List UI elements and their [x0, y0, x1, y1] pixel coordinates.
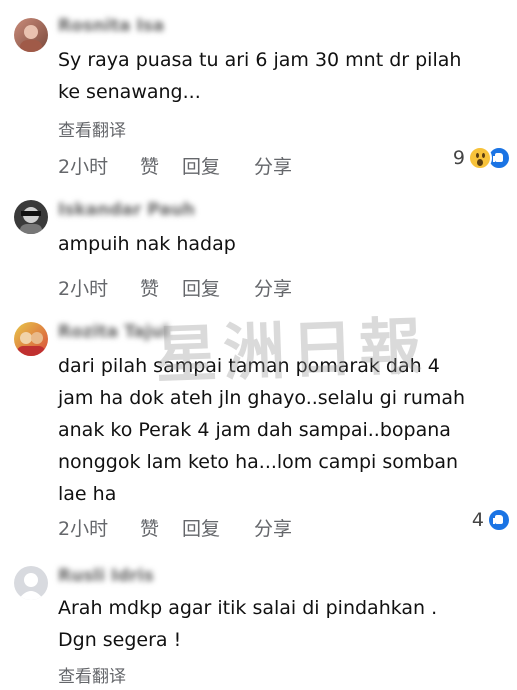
timestamp[interactable]: 2小时 — [58, 274, 140, 301]
avatar-photo — [20, 207, 42, 234]
comment-text-line: dari pilah sampai taman pomarak dah 4 — [58, 355, 440, 377]
like-button[interactable]: 赞 — [140, 274, 182, 301]
comment-actions: 2小时 赞 回复 分享 — [58, 514, 292, 541]
avatar-photo — [20, 25, 42, 52]
comment-text-line: lae ha — [58, 483, 117, 505]
wow-icon — [468, 146, 492, 170]
comment-text-line: Sy raya puasa tu ari 6 jam 30 mnt dr pil… — [58, 49, 462, 71]
comment-text: Arah mdkp agar itik salai di pindahkan .… — [58, 592, 498, 656]
avatar-photo — [17, 332, 45, 356]
comment-actions: 2小时 赞 回复 分享 — [58, 274, 292, 301]
comment-text-line: nonggok lam keto ha...lom campi somban — [58, 451, 459, 473]
comment-text-line: Arah mdkp agar itik salai di pindahkan . — [58, 597, 438, 619]
commenter-name[interactable]: Rosnita Isa — [58, 16, 164, 36]
avatar[interactable] — [14, 322, 48, 356]
timestamp[interactable]: 2小时 — [58, 514, 140, 541]
comment-text-line: ke senawang... — [58, 81, 201, 103]
like-button[interactable]: 赞 — [140, 152, 182, 179]
comment-text: dari pilah sampai taman pomarak dah 4 ja… — [58, 350, 498, 510]
avatar[interactable] — [14, 566, 48, 600]
comment-text-line: anak ko Perak 4 jam dah sampai..bopana — [58, 419, 451, 441]
share-button[interactable]: 分享 — [254, 274, 292, 301]
see-translation-link[interactable]: 查看翻译 — [58, 662, 126, 687]
share-button[interactable]: 分享 — [254, 152, 292, 179]
reply-button[interactable]: 回复 — [182, 152, 254, 179]
comment-text-line: jam ha dok ateh jln ghayo..selalu gi rum… — [58, 387, 466, 409]
avatar[interactable] — [14, 200, 48, 234]
reaction-count: 9 — [452, 147, 465, 169]
reply-button[interactable]: 回复 — [182, 274, 254, 301]
reaction-summary[interactable]: 4 — [472, 508, 511, 532]
comment-text-line: ampuih nak hadap — [58, 233, 236, 255]
avatar[interactable] — [14, 18, 48, 52]
comment-actions: 2小时 赞 回复 分享 — [58, 152, 292, 179]
reaction-count: 4 — [471, 509, 484, 531]
like-icon — [487, 508, 511, 532]
share-button[interactable]: 分享 — [254, 514, 292, 541]
commenter-name[interactable]: Rusli Idris — [58, 566, 154, 586]
comment-text-line: Dgn segera ! — [58, 629, 182, 651]
like-button[interactable]: 赞 — [140, 514, 182, 541]
comment-text: Sy raya puasa tu ari 6 jam 30 mnt dr pil… — [58, 44, 498, 108]
reaction-summary[interactable]: 9 — [453, 146, 511, 170]
timestamp[interactable]: 2小时 — [58, 152, 140, 179]
see-translation-link[interactable]: 查看翻译 — [58, 116, 126, 141]
commenter-name[interactable]: Iskandar Pauh — [58, 200, 195, 220]
commenter-name[interactable]: Rozita Tajul — [58, 322, 169, 342]
reply-button[interactable]: 回复 — [182, 514, 254, 541]
comment-text: ampuih nak hadap — [58, 228, 498, 260]
default-avatar-icon — [18, 573, 44, 600]
